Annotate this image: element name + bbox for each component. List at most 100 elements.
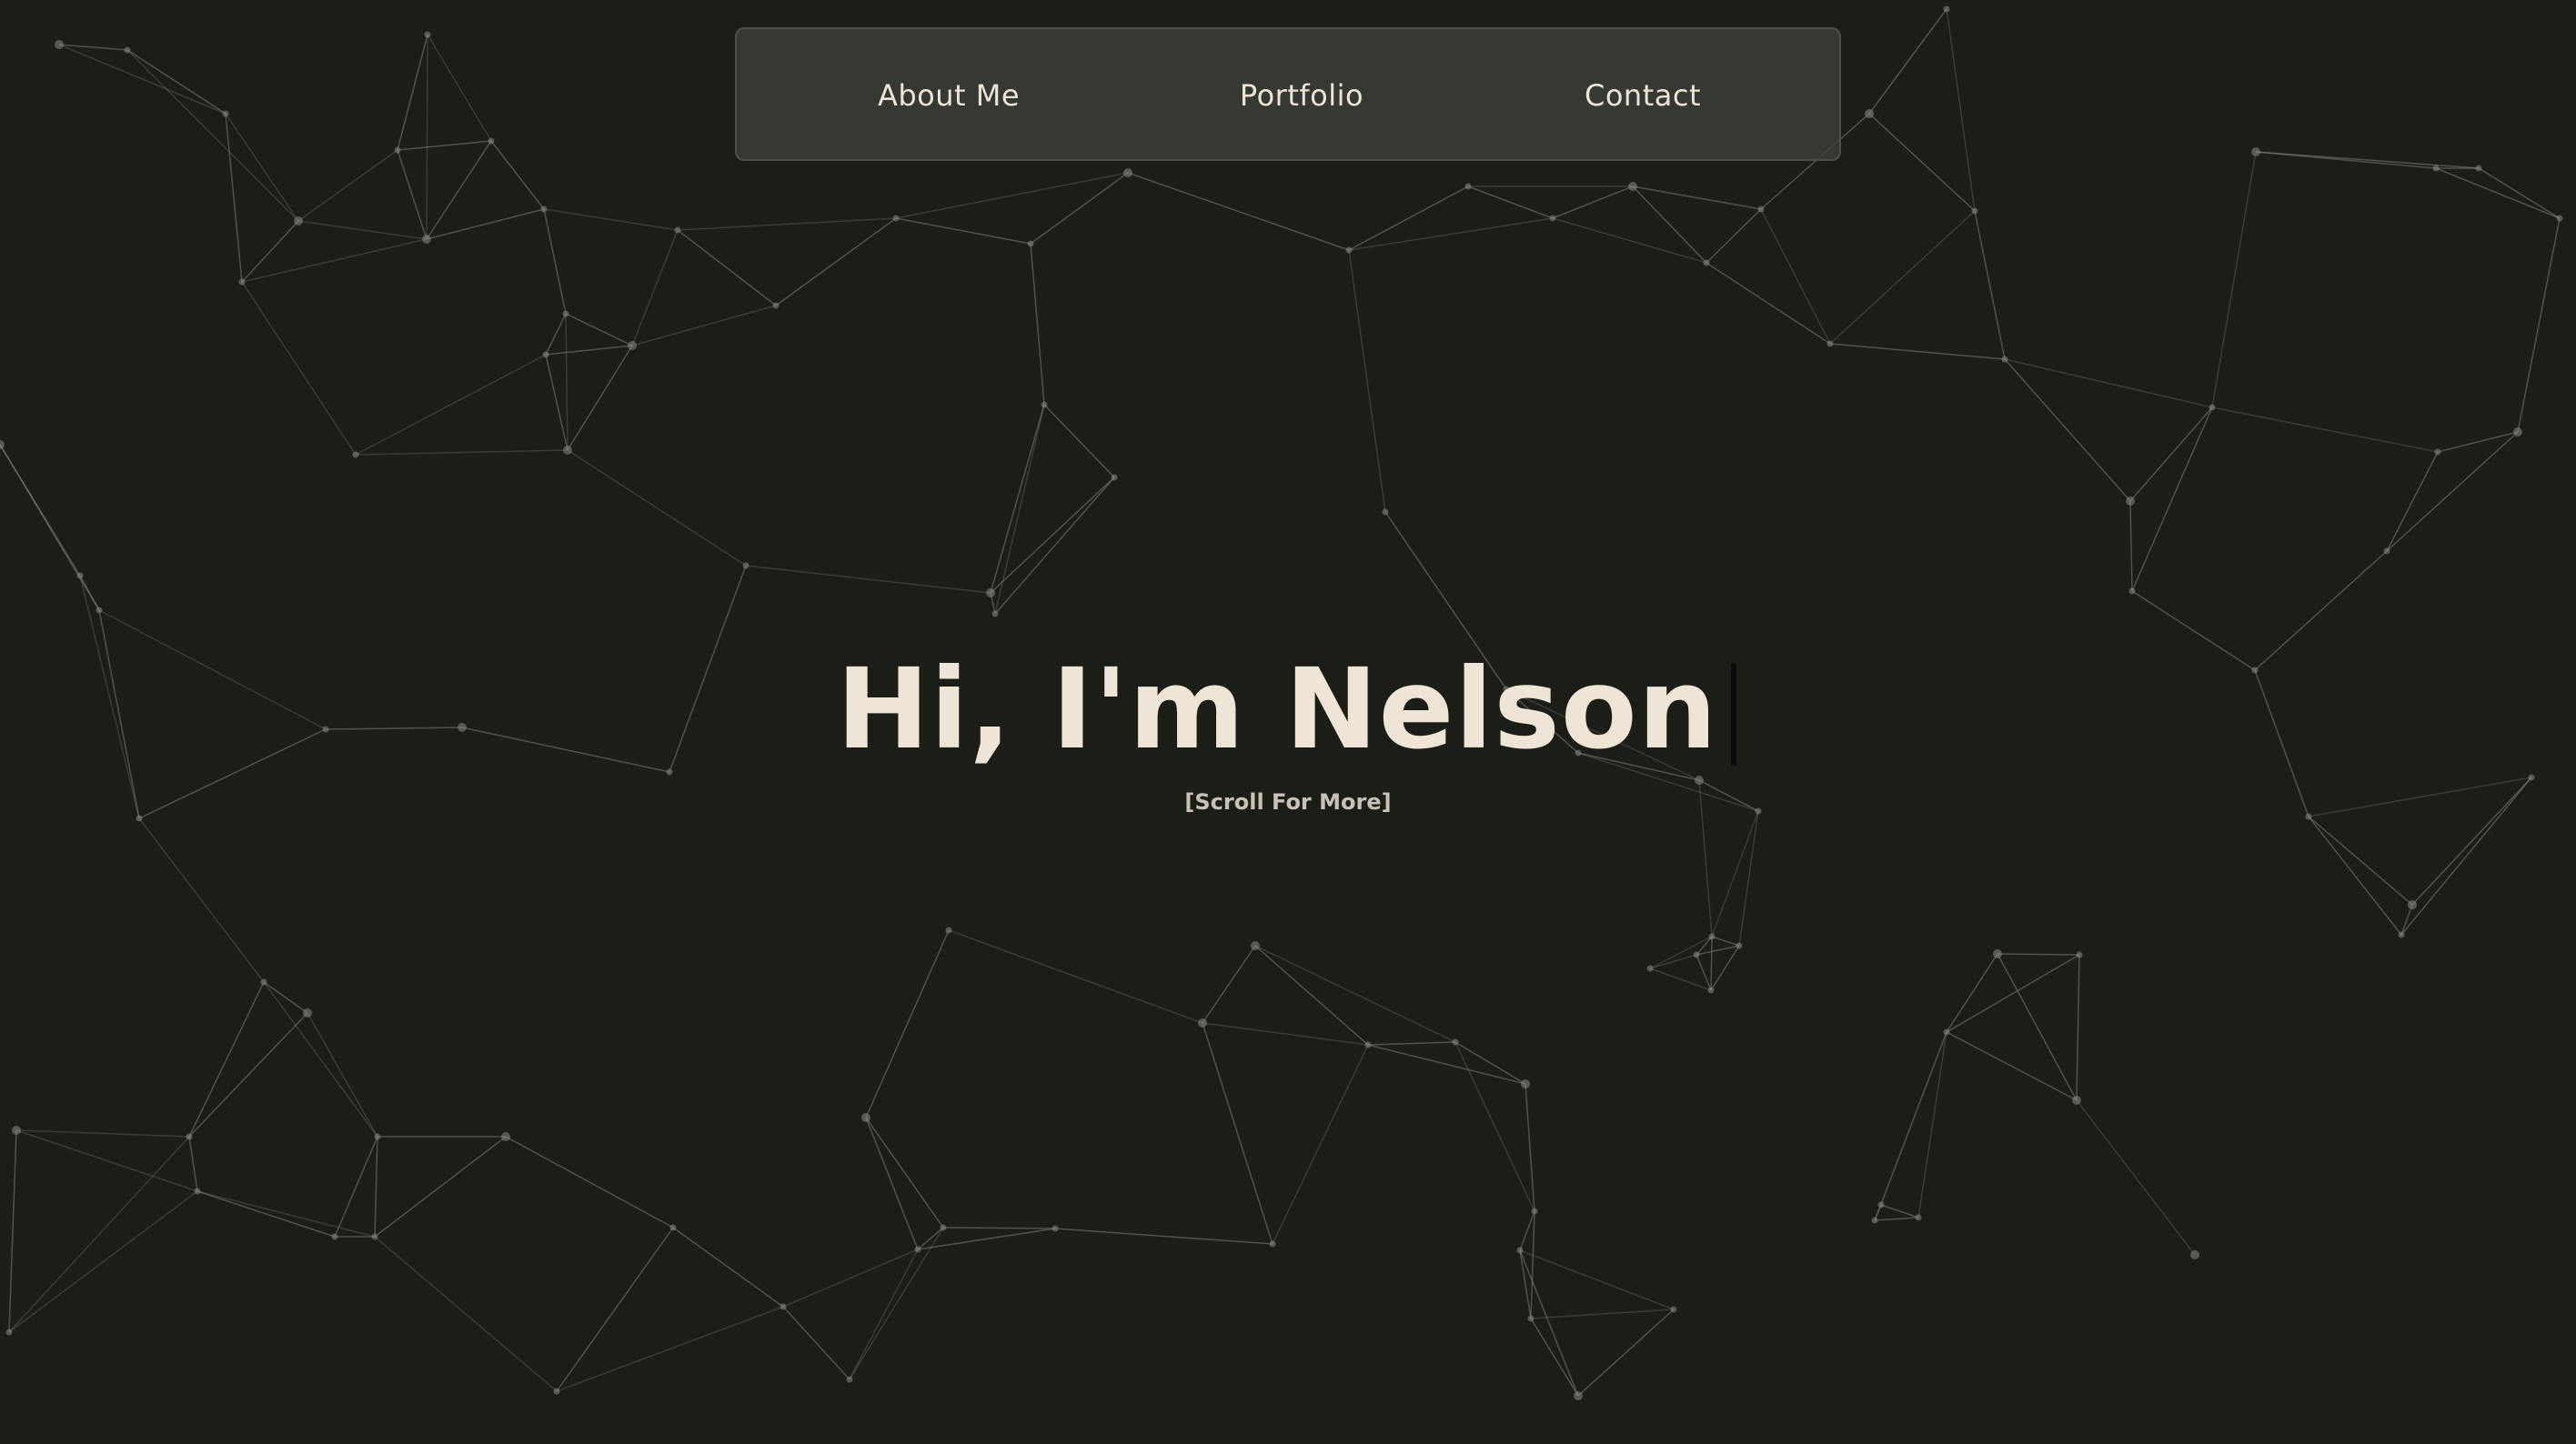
network-line bbox=[397, 140, 492, 151]
network-line bbox=[1030, 243, 1045, 406]
network-node bbox=[772, 302, 780, 309]
network-node bbox=[1826, 340, 1834, 347]
network-line bbox=[677, 229, 777, 306]
network-node bbox=[422, 235, 431, 244]
network-node bbox=[331, 1233, 338, 1240]
network-node bbox=[222, 110, 229, 117]
network-node bbox=[124, 46, 131, 54]
network-line bbox=[2211, 406, 2439, 453]
network-node bbox=[1382, 508, 1389, 516]
network-node bbox=[2398, 931, 2405, 938]
network-node bbox=[55, 40, 64, 49]
network-line bbox=[1738, 810, 1759, 947]
network-line bbox=[196, 1190, 376, 1238]
network-node bbox=[352, 451, 359, 458]
network-node bbox=[2128, 587, 2136, 595]
network-line bbox=[2076, 1099, 2196, 1256]
network-node bbox=[1123, 168, 1132, 177]
network-line bbox=[1946, 953, 1998, 1033]
network-line bbox=[543, 208, 679, 231]
network-node bbox=[294, 216, 303, 226]
nav-portfolio[interactable]: Portfolio bbox=[1240, 29, 1363, 163]
network-node bbox=[914, 1246, 921, 1253]
network-node bbox=[945, 927, 952, 934]
network-line bbox=[2478, 167, 2561, 219]
network-line bbox=[1706, 208, 1762, 264]
network-node bbox=[2190, 1250, 2199, 1259]
network-node bbox=[1693, 951, 1700, 958]
network-node bbox=[1574, 1391, 1583, 1400]
network-line bbox=[1530, 1318, 1579, 1397]
network-node bbox=[1971, 207, 1978, 215]
network-line bbox=[1552, 217, 1707, 264]
network-line bbox=[1874, 1217, 1919, 1221]
network-line bbox=[556, 1306, 784, 1392]
network-line bbox=[505, 1136, 674, 1228]
network-line bbox=[631, 229, 679, 346]
network-line bbox=[1997, 953, 2078, 1101]
network-line bbox=[1054, 1228, 1273, 1245]
network-line bbox=[2386, 431, 2519, 552]
network-node bbox=[742, 562, 750, 569]
network-line bbox=[1467, 186, 1554, 219]
network-node bbox=[1041, 401, 1048, 408]
network-node bbox=[374, 1133, 381, 1140]
network-line bbox=[672, 1227, 784, 1308]
network-line bbox=[567, 345, 633, 451]
network-line bbox=[782, 1248, 919, 1308]
network-line bbox=[2076, 954, 2080, 1101]
network-node bbox=[5, 1329, 13, 1336]
network-node bbox=[1871, 1217, 1878, 1224]
network-node bbox=[986, 588, 995, 597]
network-node bbox=[2408, 900, 2417, 909]
network-node bbox=[1111, 474, 1118, 481]
network-line bbox=[1710, 936, 1713, 991]
network-line bbox=[994, 404, 1045, 615]
network-line bbox=[397, 34, 428, 151]
top-navigation: About Me Portfolio Contact bbox=[735, 27, 1841, 161]
network-line bbox=[1127, 172, 1350, 251]
network-node bbox=[669, 1224, 677, 1231]
network-node bbox=[1646, 965, 1654, 972]
network-line bbox=[1696, 954, 1712, 991]
typing-cursor bbox=[1730, 664, 1736, 766]
network-line bbox=[775, 217, 897, 306]
network-line bbox=[263, 981, 378, 1138]
network-line bbox=[545, 354, 569, 451]
network-node bbox=[2209, 404, 2216, 411]
hero-section: Hi, I'm Nelson bbox=[0, 637, 2576, 782]
network-line bbox=[990, 476, 1115, 594]
network-node bbox=[1915, 1214, 1922, 1221]
network-node bbox=[96, 607, 103, 614]
network-line bbox=[225, 113, 243, 283]
network-line bbox=[1202, 1022, 1369, 1046]
network-node bbox=[542, 351, 549, 358]
network-node bbox=[303, 1008, 312, 1018]
network-node bbox=[674, 226, 681, 234]
network-node bbox=[2251, 147, 2260, 156]
network-line bbox=[565, 313, 569, 451]
network-line bbox=[994, 476, 1115, 615]
nav-about-me[interactable]: About Me bbox=[878, 29, 1020, 163]
network-node bbox=[628, 341, 637, 350]
network-line bbox=[1946, 8, 1976, 212]
network-node bbox=[501, 1132, 510, 1141]
network-line bbox=[355, 354, 547, 456]
network-line bbox=[1202, 1022, 1273, 1245]
network-line bbox=[1868, 113, 1976, 212]
network-line bbox=[1367, 1041, 1456, 1046]
network-line bbox=[297, 220, 428, 240]
network-node bbox=[12, 1126, 21, 1135]
network-line bbox=[565, 313, 633, 346]
network-line bbox=[8, 1136, 190, 1333]
network-line bbox=[849, 1248, 919, 1380]
network-line bbox=[2308, 816, 2402, 936]
network-line bbox=[849, 1227, 944, 1380]
nav-contact[interactable]: Contact bbox=[1585, 29, 1701, 163]
network-node bbox=[424, 31, 431, 38]
network-line bbox=[545, 345, 633, 356]
network-node bbox=[1345, 246, 1353, 254]
network-line bbox=[1917, 1031, 1947, 1218]
network-line bbox=[1524, 1083, 1535, 1212]
network-line bbox=[490, 140, 545, 210]
